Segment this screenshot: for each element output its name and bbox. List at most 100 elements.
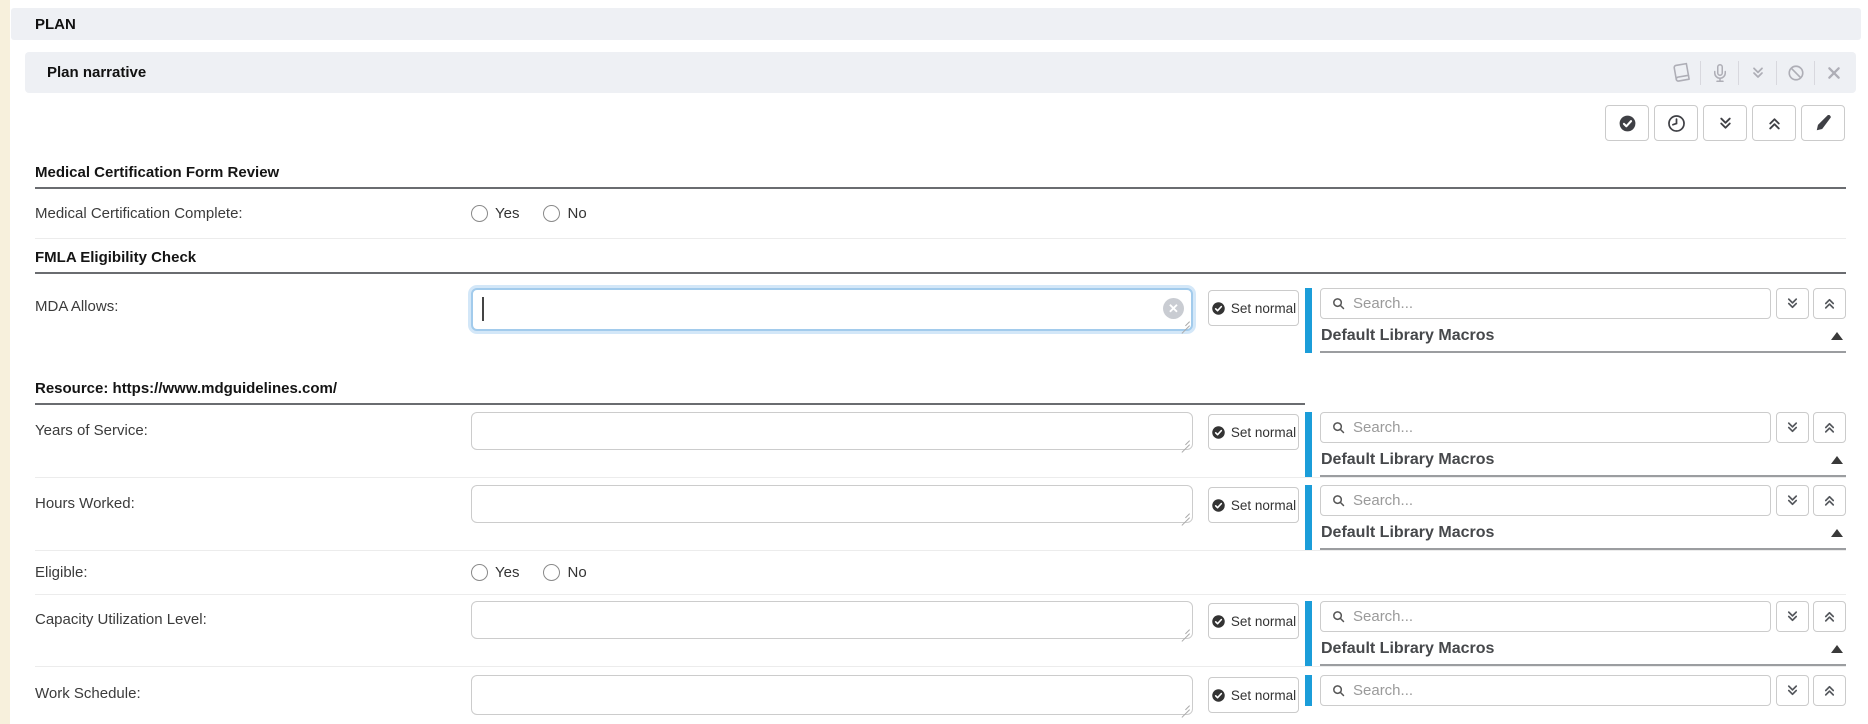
caret-up-icon[interactable] bbox=[1831, 456, 1843, 464]
capacity-utilization-level-set-normal-button[interactable]: Set normal bbox=[1208, 603, 1299, 639]
medical-certification-complete-radio-group: Yes No bbox=[471, 205, 587, 222]
macro-search-box bbox=[1320, 485, 1771, 516]
macro-search-box bbox=[1320, 412, 1771, 443]
field-label: Eligible: bbox=[35, 564, 471, 581]
resize-grip[interactable] bbox=[1180, 510, 1190, 520]
years-of-service-macro-search-input[interactable] bbox=[1353, 419, 1762, 436]
field-label: Medical Certification Complete: bbox=[35, 205, 471, 222]
eligible-no-radio[interactable] bbox=[543, 564, 560, 581]
field-row-medical-certification-complete: Medical Certification Complete: Yes No bbox=[35, 189, 1846, 239]
resize-grip[interactable] bbox=[1180, 318, 1190, 328]
field-row-capacity-utilization-level: Capacity Utilization Level: Set normal bbox=[35, 595, 1846, 667]
macro-accent-bar bbox=[1305, 601, 1312, 666]
expand-macros-button[interactable] bbox=[1776, 485, 1809, 516]
macro-search-box bbox=[1320, 601, 1771, 632]
history-clock-button[interactable] bbox=[1654, 105, 1698, 141]
capacity-utilization-level-textarea[interactable] bbox=[471, 601, 1193, 639]
search-icon bbox=[1331, 493, 1346, 508]
work-schedule-macro-panel bbox=[1320, 675, 1846, 706]
radio-label-no: No bbox=[567, 205, 586, 222]
section-header-resource: Resource: https://www.mdguidelines.com/ bbox=[35, 380, 1305, 405]
field-row-mda-allows: MDA Allows: ✕ Set normal bbox=[35, 274, 1846, 353]
collapse-macros-button[interactable] bbox=[1813, 288, 1846, 319]
collapse-macros-button[interactable] bbox=[1813, 485, 1846, 516]
caret-up-icon[interactable] bbox=[1831, 529, 1843, 537]
clear-text-icon[interactable]: ✕ bbox=[1163, 298, 1184, 319]
caret-up-icon[interactable] bbox=[1831, 645, 1843, 653]
years-of-service-macro-panel: Default Library Macros bbox=[1320, 412, 1846, 477]
field-label: Hours Worked: bbox=[35, 485, 471, 512]
macro-search-box bbox=[1320, 288, 1771, 319]
expand-macros-button[interactable] bbox=[1776, 675, 1809, 706]
capacity-utilization-level-macro-search-input[interactable] bbox=[1353, 608, 1762, 625]
search-icon bbox=[1331, 296, 1346, 311]
expand-all-button[interactable] bbox=[1703, 105, 1747, 141]
expand-macros-button[interactable] bbox=[1776, 288, 1809, 319]
eligible-yes-radio[interactable] bbox=[471, 564, 488, 581]
field-row-eligible: Eligible: Yes No bbox=[35, 551, 1846, 595]
search-icon bbox=[1331, 609, 1346, 624]
section-header-fmla: FMLA Eligibility Check bbox=[35, 249, 1846, 274]
macro-accent-bar bbox=[1305, 288, 1312, 353]
macro-library-title: Default Library Macros bbox=[1321, 327, 1494, 345]
panel-header-icon-group bbox=[1662, 61, 1852, 85]
edit-pencil-button[interactable] bbox=[1801, 105, 1845, 141]
mda-allows-set-normal-button[interactable]: Set normal bbox=[1208, 290, 1299, 326]
resize-grip[interactable] bbox=[1180, 702, 1190, 712]
plan-section-title: PLAN bbox=[35, 16, 76, 33]
field-label: Work Schedule: bbox=[35, 675, 471, 702]
mda-allows-textarea[interactable] bbox=[471, 288, 1193, 331]
field-row-years-of-service: Years of Service: Set normal bbox=[35, 405, 1846, 478]
hours-worked-textarea[interactable] bbox=[471, 485, 1193, 523]
hours-worked-macro-panel: Default Library Macros bbox=[1320, 485, 1846, 550]
macro-accent-bar bbox=[1305, 412, 1312, 477]
capacity-utilization-level-macro-panel: Default Library Macros bbox=[1320, 601, 1846, 666]
medical-certification-complete-yes-radio[interactable] bbox=[471, 205, 488, 222]
plan-narrative-panel: Plan narrative bbox=[25, 52, 1856, 715]
microphone-icon[interactable] bbox=[1700, 61, 1738, 85]
hours-worked-macro-search-input[interactable] bbox=[1353, 492, 1762, 509]
collapse-panel-icon[interactable] bbox=[1738, 61, 1776, 85]
work-schedule-set-normal-button[interactable]: Set normal bbox=[1208, 677, 1299, 713]
macro-library-title: Default Library Macros bbox=[1321, 524, 1494, 542]
collapse-macros-button[interactable] bbox=[1813, 412, 1846, 443]
note-toolbar bbox=[35, 93, 1846, 141]
macro-search-box bbox=[1320, 675, 1771, 706]
panel-title: Plan narrative bbox=[47, 64, 1662, 81]
work-schedule-textarea[interactable] bbox=[471, 675, 1193, 715]
macro-library-title: Default Library Macros bbox=[1321, 451, 1494, 469]
hours-worked-set-normal-button[interactable]: Set normal bbox=[1208, 487, 1299, 523]
disable-icon[interactable] bbox=[1776, 61, 1814, 85]
search-icon bbox=[1331, 420, 1346, 435]
expand-macros-button[interactable] bbox=[1776, 412, 1809, 443]
field-label: Years of Service: bbox=[35, 412, 471, 439]
mda-allows-macro-panel: Default Library Macros bbox=[1320, 288, 1846, 353]
macro-accent-bar bbox=[1305, 675, 1312, 706]
radio-label-yes: Yes bbox=[495, 564, 519, 581]
search-icon bbox=[1331, 683, 1346, 698]
years-of-service-set-normal-button[interactable]: Set normal bbox=[1208, 414, 1299, 450]
caret-up-icon[interactable] bbox=[1831, 332, 1843, 340]
resize-grip[interactable] bbox=[1180, 437, 1190, 447]
plan-section-bar[interactable]: PLAN bbox=[11, 8, 1861, 40]
resize-grip[interactable] bbox=[1180, 626, 1190, 636]
field-row-hours-worked: Hours Worked: Set normal bbox=[35, 478, 1846, 551]
book-icon[interactable] bbox=[1662, 61, 1700, 85]
field-label: MDA Allows: bbox=[35, 288, 471, 315]
close-icon[interactable] bbox=[1814, 61, 1852, 85]
work-schedule-macro-search-input[interactable] bbox=[1353, 682, 1762, 699]
section-header-med-cert: Medical Certification Form Review bbox=[35, 164, 1846, 189]
collapse-macros-button[interactable] bbox=[1813, 675, 1846, 706]
macro-library-title: Default Library Macros bbox=[1321, 640, 1494, 658]
years-of-service-textarea[interactable] bbox=[471, 412, 1193, 450]
panel-header: Plan narrative bbox=[25, 52, 1856, 93]
text-cursor bbox=[482, 297, 484, 321]
complete-check-button[interactable] bbox=[1605, 105, 1649, 141]
macro-accent-bar bbox=[1305, 485, 1312, 550]
collapse-all-button[interactable] bbox=[1752, 105, 1796, 141]
medical-certification-complete-no-radio[interactable] bbox=[543, 205, 560, 222]
mda-allows-macro-search-input[interactable] bbox=[1353, 295, 1762, 312]
eligible-radio-group: Yes No bbox=[471, 564, 587, 581]
collapse-macros-button[interactable] bbox=[1813, 601, 1846, 632]
expand-macros-button[interactable] bbox=[1776, 601, 1809, 632]
